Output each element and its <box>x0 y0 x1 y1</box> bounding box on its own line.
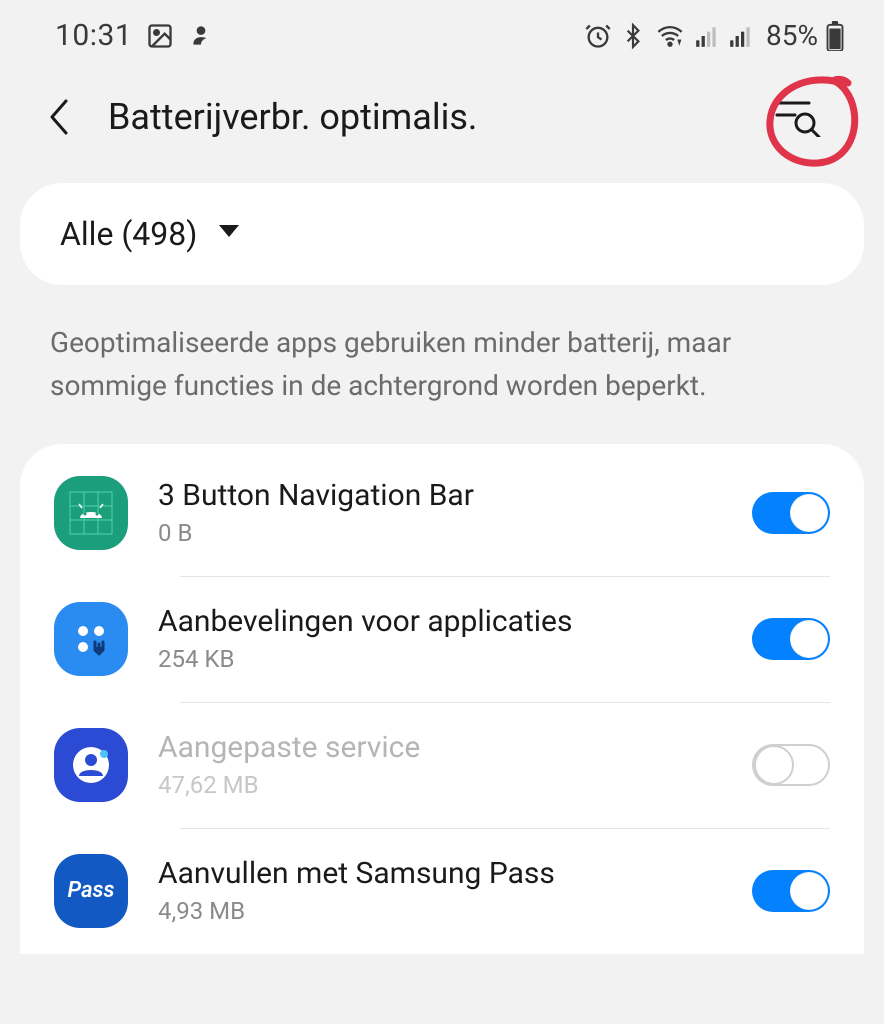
status-bar: 10:31 85% <box>0 0 884 63</box>
wifi-icon <box>654 22 686 50</box>
signal-1-icon <box>694 23 720 49</box>
app-name: Aanvullen met Samsung Pass <box>158 856 722 891</box>
description-text: Geoptimaliseerde apps gebruiken minder b… <box>0 285 884 444</box>
back-button[interactable] <box>40 97 80 137</box>
app-toggle[interactable] <box>752 618 830 660</box>
image-icon <box>146 22 174 50</box>
bluetooth-icon <box>620 21 646 51</box>
app-icon-samsung-pass: Pass <box>54 854 128 928</box>
status-time: 10:31 <box>55 18 132 53</box>
app-toggle[interactable] <box>752 870 830 912</box>
filter-label: Alle (498) <box>60 215 197 253</box>
filter-dropdown[interactable]: Alle (498) <box>20 183 864 285</box>
app-row[interactable]: Aanbevelingen voor applicaties 254 KB <box>20 576 864 702</box>
person-status-icon <box>188 23 214 49</box>
app-name: Aangepaste service <box>158 730 722 765</box>
app-toggle[interactable] <box>752 492 830 534</box>
battery-icon <box>826 21 844 51</box>
signal-2-icon <box>728 23 754 49</box>
app-size: 4,93 MB <box>158 897 722 925</box>
apps-list: 3 Button Navigation Bar 0 B Aanbevelinge… <box>20 444 864 954</box>
app-size: 0 B <box>158 519 722 547</box>
app-row[interactable]: Pass Aanvullen met Samsung Pass 4,93 MB <box>20 828 864 954</box>
app-row[interactable]: 3 Button Navigation Bar 0 B <box>20 450 864 576</box>
app-size: 254 KB <box>158 645 722 673</box>
app-row: Aangepaste service 47,62 MB <box>20 702 864 828</box>
app-name: 3 Button Navigation Bar <box>158 478 722 513</box>
search-filter-button[interactable] <box>772 91 824 143</box>
chevron-down-icon <box>217 223 241 245</box>
app-size: 47,62 MB <box>158 771 722 799</box>
app-toggle <box>752 744 830 786</box>
battery-percent: 85% <box>766 19 818 52</box>
page-title: Batterijverbr. optimalis. <box>108 96 744 138</box>
app-icon-recommendations <box>54 602 128 676</box>
alarm-icon <box>584 22 612 50</box>
app-icon-custom-service <box>54 728 128 802</box>
page-header: Batterijverbr. optimalis. <box>0 63 884 183</box>
app-name: Aanbevelingen voor applicaties <box>158 604 722 639</box>
app-icon-android <box>54 476 128 550</box>
